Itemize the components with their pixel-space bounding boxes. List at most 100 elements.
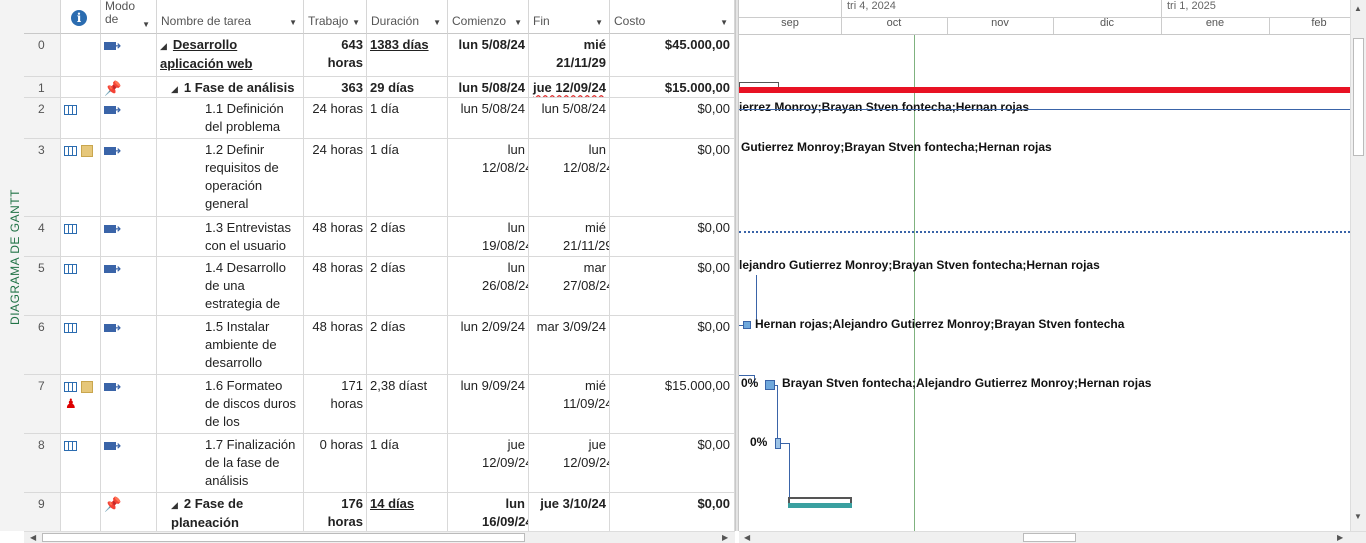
task-end[interactable]: mié 21/11/29 (529, 217, 610, 256)
task-start[interactable]: lun 26/08/24 (448, 257, 529, 315)
name-header[interactable]: Nombre de tarea ▼ (157, 0, 304, 34)
task-duration[interactable]: 2 días (367, 316, 448, 374)
scroll-left-icon[interactable]: ◀ (30, 532, 36, 543)
task-cost[interactable]: $0,00 (610, 139, 735, 216)
grid-horizontal-scrollbar[interactable]: ◀ ▶ (24, 531, 735, 543)
task-end[interactable]: jue 12/09/24 (529, 434, 610, 492)
task-work[interactable]: 171 horas (304, 375, 367, 433)
note-icon[interactable] (81, 380, 93, 393)
task-work[interactable]: 363 horas (304, 77, 367, 97)
task-cost[interactable]: $0,00 (610, 98, 735, 138)
task-cost[interactable]: $15.000,00 (610, 77, 735, 97)
table-row[interactable]: 5 1.4 Desarrollo de una estrategia de 48… (24, 257, 735, 316)
task-cost[interactable]: $0,00 (610, 257, 735, 315)
select-all-corner[interactable] (24, 0, 61, 34)
end-header[interactable]: Fin ▼ (529, 0, 610, 34)
task-grid[interactable]: i Modo de ▼ Nombre de tarea ▼ Trabajo ▼ … (24, 0, 735, 531)
task-work[interactable]: 24 horas (304, 139, 367, 216)
task-duration[interactable]: 2 días (367, 217, 448, 256)
scroll-left-icon[interactable]: ◀ (744, 532, 750, 543)
task-cost[interactable]: $0,00 (610, 217, 735, 256)
task-name[interactable]: 1.4 Desarrollo de una estrategia de (157, 257, 304, 315)
chevron-down-icon[interactable]: ▼ (595, 18, 603, 27)
duration-header[interactable]: Duración ▼ (367, 0, 448, 34)
table-row[interactable]: 0 ◢Desarrollo aplicación web 643 horas 1… (24, 34, 735, 77)
task-start[interactable]: lun 9/09/24 (448, 375, 529, 433)
note-icon[interactable] (81, 144, 93, 157)
task-duration[interactable]: 1383 días (367, 34, 448, 76)
scroll-thumb[interactable] (42, 533, 525, 542)
scroll-right-icon[interactable]: ▶ (722, 532, 728, 543)
chevron-down-icon[interactable]: ▼ (514, 18, 522, 27)
work-header[interactable]: Trabajo ▼ (304, 0, 367, 34)
table-row[interactable]: 4 1.3 Entrevistas con el usuario 48 hora… (24, 217, 735, 257)
task-name[interactable]: 1.5 Instalar ambiente de desarrollo (157, 316, 304, 374)
table-row[interactable]: 7 ♟ 1.6 Formateo de discos duros de los … (24, 375, 735, 434)
table-row[interactable]: 2 1.1 Definición del problema 24 horas 1… (24, 98, 735, 139)
task-duration[interactable]: 1 día (367, 98, 448, 138)
task-cost[interactable]: $15.000,00 (610, 375, 735, 433)
indicators-header[interactable]: i (61, 0, 101, 34)
table-row[interactable]: 9 📌 ◢ 2 Fase de planeación 176 horas 14 d… (24, 493, 735, 531)
task-work[interactable]: 48 horas (304, 316, 367, 374)
task-duration[interactable]: 29 días (367, 77, 448, 97)
table-row[interactable]: 1 📌 ◢ 1 Fase de análisis 363 horas 29 día… (24, 77, 735, 98)
scroll-thumb[interactable] (1023, 533, 1076, 542)
collapse-icon[interactable]: ◢ (160, 41, 167, 51)
task-cost[interactable]: $0,00 (610, 316, 735, 374)
chevron-down-icon[interactable]: ▼ (352, 18, 360, 27)
task-start[interactable]: lun 5/08/24 (448, 34, 529, 76)
task-work[interactable]: 0 horas (304, 434, 367, 492)
task-end[interactable]: lun 5/08/24 (529, 98, 610, 138)
table-row[interactable]: 3 1.2 Definir requisitos de operación ge… (24, 139, 735, 217)
task-work[interactable]: 24 horas (304, 98, 367, 138)
chevron-down-icon[interactable]: ▼ (142, 18, 150, 31)
task-duration[interactable]: 1 día (367, 139, 448, 216)
chevron-down-icon[interactable]: ▼ (433, 18, 441, 27)
collapse-icon[interactable]: ◢ (171, 84, 178, 94)
gantt-task-bar[interactable] (765, 380, 775, 390)
task-duration[interactable]: 14 días (367, 493, 448, 531)
task-duration[interactable]: 1 día (367, 434, 448, 492)
task-start[interactable]: lun 5/08/24 (448, 77, 529, 97)
task-work[interactable]: 48 horas (304, 257, 367, 315)
table-row[interactable]: 6 1.5 Instalar ambiente de desarrollo 48… (24, 316, 735, 375)
view-bar[interactable]: DIAGRAMA DE GANTT (0, 0, 25, 531)
task-work[interactable]: 48 horas (304, 217, 367, 256)
task-end[interactable]: mié 11/09/24 (529, 375, 610, 433)
task-work[interactable]: 176 horas (304, 493, 367, 531)
task-end[interactable]: lun 12/08/24 (529, 139, 610, 216)
task-work[interactable]: 643 horas (304, 34, 367, 76)
task-name[interactable]: 1.1 Definición del problema (157, 98, 304, 138)
task-end[interactable]: jue 12/09/24 (529, 77, 610, 97)
cost-header[interactable]: Costo ▼ (610, 0, 735, 34)
scroll-thumb[interactable] (1353, 38, 1364, 156)
chevron-down-icon[interactable]: ▼ (720, 18, 728, 27)
gantt-horizontal-scrollbar[interactable]: ◀ ▶ (739, 531, 1366, 543)
start-header[interactable]: Comienzo ▼ (448, 0, 529, 34)
task-end[interactable]: mié 21/11/29 (529, 34, 610, 76)
task-cost[interactable]: $0,00 (610, 434, 735, 492)
task-end[interactable]: mar 27/08/24 (529, 257, 610, 315)
task-start[interactable]: lun 5/08/24 (448, 98, 529, 138)
task-name[interactable]: 1.6 Formateo de discos duros de los (157, 375, 304, 433)
scroll-right-icon[interactable]: ▶ (1337, 532, 1343, 543)
task-duration[interactable]: 2,38 díast (367, 375, 448, 433)
task-end[interactable]: mar 3/09/24 (529, 316, 610, 374)
collapse-icon[interactable]: ◢ (171, 500, 178, 510)
task-start[interactable]: lun 16/09/24 (448, 493, 529, 531)
table-row[interactable]: 8 1.7 Finalización de la fase de análisi… (24, 434, 735, 493)
gantt-summary-bar[interactable] (788, 503, 852, 508)
task-start[interactable]: jue 12/09/24 (448, 434, 529, 492)
chevron-down-icon[interactable]: ▼ (289, 18, 297, 27)
task-duration[interactable]: 2 días (367, 257, 448, 315)
gantt-summary-bar[interactable] (739, 87, 1350, 93)
gantt-task-bar[interactable] (743, 321, 751, 329)
task-name[interactable]: 1.2 Definir requisitos de operación gene… (157, 139, 304, 216)
task-cost[interactable]: $0,00 (610, 493, 735, 531)
task-start[interactable]: lun 2/09/24 (448, 316, 529, 374)
scroll-down-icon[interactable]: ▼ (1354, 512, 1362, 521)
task-start[interactable]: lun 19/08/24 (448, 217, 529, 256)
mode-header[interactable]: Modo de ▼ (101, 0, 157, 34)
task-name[interactable]: 1.3 Entrevistas con el usuario (157, 217, 304, 256)
